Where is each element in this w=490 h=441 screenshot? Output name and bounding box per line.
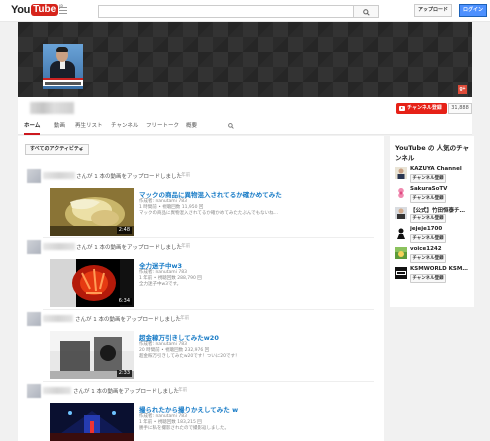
feed-item: さんが 1 本の動画をアップロードしました 1 年前 撮られたから撮りかえしてみ… xyxy=(18,381,384,441)
tab-channels[interactable]: チャンネル xyxy=(111,122,138,135)
uploader-name-redacted xyxy=(43,243,75,250)
channel-avatar[interactable] xyxy=(395,207,407,219)
subscribe-button[interactable]: チャンネル登録 xyxy=(410,274,446,283)
feed-item: さんが 1 本の動画をアップロードしました 1 年前 2:33 超金稼万引きして… xyxy=(18,309,384,384)
subscribe-button[interactable]: チャンネル登録 xyxy=(410,214,446,223)
channel-avatar[interactable] xyxy=(395,187,407,199)
video-description: 超金稼万引きしてみたw20です！ついに20です！ xyxy=(139,354,240,359)
subscriber-count: 31,888 xyxy=(448,103,472,114)
popular-channels-sidebar: YouTube の 人気のチャンネル KAZUYA Channel チャンネル登… xyxy=(390,136,474,307)
chevron-down-icon xyxy=(79,149,83,151)
channel-avatar[interactable] xyxy=(395,267,407,279)
video-duration: 6:34 xyxy=(116,298,132,305)
sidebar-channel: 【公式】竹田恒泰チ… チャンネル登録 xyxy=(395,206,471,226)
google-plus-icon[interactable]: g+ xyxy=(458,85,467,94)
sidebar-channel: SakuraSoTV チャンネル登録 xyxy=(395,186,471,206)
activity-text: さんが 1 本の動画をアップロードしました xyxy=(76,245,182,251)
youtube-logo[interactable]: You Tube JP xyxy=(11,4,63,16)
channel-name[interactable]: 【公式】竹田恒泰チ… xyxy=(410,206,474,214)
channel-header: チャンネル登録 31,888 ホーム 動画 再生リスト チャンネル フリートーク… xyxy=(18,97,472,135)
tab-discussion[interactable]: フリートーク xyxy=(146,122,179,135)
video-thumbnail[interactable]: 2:48 xyxy=(50,188,134,236)
avatar[interactable] xyxy=(27,240,41,254)
sidebar-channel: jejeje1700 チャンネル登録 xyxy=(395,226,471,246)
youtube-play-icon xyxy=(399,106,405,111)
activity-time: 1 年前 xyxy=(177,173,191,178)
sidebar-title: YouTube の 人気のチャンネル xyxy=(395,144,470,162)
sidebar-channel: KAZUYA Channel チャンネル登録 xyxy=(395,166,471,186)
logo-you: You xyxy=(11,4,31,16)
tab-about[interactable]: 概要 xyxy=(186,122,197,135)
masthead: You Tube JP アップロード ログイン xyxy=(0,0,490,22)
subscribe-button[interactable]: チャンネル登録 xyxy=(410,234,446,243)
guide-menu-icon[interactable] xyxy=(59,7,67,14)
activity-time: 1 年前 xyxy=(176,316,190,321)
video-duration: 2:33 xyxy=(116,370,132,377)
subscribe-button[interactable]: チャンネル登録 xyxy=(396,103,447,114)
feed-item: さんが 1 本の動画をアップロードしました 1 年前 6:34 全力迷子中w3 … xyxy=(18,237,384,312)
login-button[interactable]: ログイン xyxy=(459,4,487,17)
channel-name[interactable]: voice1242 xyxy=(410,246,474,252)
activity-text: さんが 1 本の動画をアップロードしました xyxy=(75,317,181,323)
tab-playlists[interactable]: 再生リスト xyxy=(75,122,103,135)
uploader-name-redacted xyxy=(43,387,71,394)
activity-time: 1 年前 xyxy=(177,244,191,249)
channel-name-redacted xyxy=(30,102,74,114)
channel-name[interactable]: KSMWORLD KSM… xyxy=(410,266,474,272)
video-description: マックの商品に異物混入されてるか確かめてみたたぶんでもないね… xyxy=(139,211,279,216)
activity-feed: すべてのアクティビティ さんが 1 本の動画をアップロードしました 1 年前 2… xyxy=(18,136,384,441)
channel-banner xyxy=(18,22,472,97)
channel-name[interactable]: KAZUYA Channel xyxy=(410,166,474,172)
video-description: 全力迷子中w3です。 xyxy=(139,282,182,287)
uploader-name-redacted xyxy=(43,172,75,179)
activity-filter-dropdown[interactable]: すべてのアクティビティ xyxy=(25,144,89,155)
activity-filter-label: すべてのアクティビティ xyxy=(30,146,84,152)
search-icon xyxy=(363,9,370,16)
avatar[interactable] xyxy=(27,169,41,183)
activity-time: 1 年前 xyxy=(174,388,188,393)
thumbnail-image xyxy=(50,403,134,441)
tab-videos[interactable]: 動画 xyxy=(54,122,65,135)
channel-search-icon[interactable] xyxy=(228,123,234,129)
activity-text: さんが 1 本の動画をアップロードしました xyxy=(73,389,179,395)
channel-name[interactable]: jejeje1700 xyxy=(410,226,474,232)
video-thumbnail[interactable]: 2:33 xyxy=(50,331,134,379)
uploader-name-redacted xyxy=(43,315,73,322)
video-title[interactable]: 撮られたから撮りかえしてみた w xyxy=(139,404,238,414)
subscribe-button[interactable]: チャンネル登録 xyxy=(410,194,446,203)
video-title[interactable]: 超金稼万引きしてみたw20 xyxy=(139,332,219,342)
video-thumbnail[interactable] xyxy=(50,403,134,441)
subscribe-button[interactable]: チャンネル登録 xyxy=(410,254,446,263)
upload-button[interactable]: アップロード xyxy=(414,4,452,17)
channel-avatar[interactable] xyxy=(395,247,407,259)
sidebar-channel: voice1242 チャンネル登録 xyxy=(395,246,471,266)
channel-name[interactable]: SakuraSoTV xyxy=(410,186,474,192)
channel-icon-image xyxy=(43,44,83,89)
video-duration: 2:48 xyxy=(116,227,132,234)
feed-item: さんが 1 本の動画をアップロードしました 1 年前 2:48 マックの商品に異… xyxy=(18,169,384,239)
search-button[interactable] xyxy=(353,5,379,18)
video-thumbnail[interactable]: 6:34 xyxy=(50,259,134,307)
video-title[interactable]: 全力迷子中w3 xyxy=(139,260,182,270)
sidebar-channel: KSMWORLD KSM… チャンネル登録 xyxy=(395,266,471,286)
subscribe-label: チャンネル登録 xyxy=(407,105,442,111)
avatar[interactable] xyxy=(27,384,41,398)
video-description: 勝手に私を撮影されたので撮影返しました。 xyxy=(139,426,229,431)
subscribe-button[interactable]: チャンネル登録 xyxy=(410,174,446,183)
search-input[interactable] xyxy=(98,5,354,18)
channel-avatar[interactable] xyxy=(395,227,407,239)
activity-text: さんが 1 本の動画をアップロードしました xyxy=(76,174,182,180)
tab-home[interactable]: ホーム xyxy=(24,122,41,135)
channel-avatar[interactable] xyxy=(395,167,407,179)
logo-tube: Tube xyxy=(31,4,59,16)
video-title[interactable]: マックの商品に異物混入されてるか確かめてみた xyxy=(139,189,282,199)
avatar[interactable] xyxy=(27,312,41,326)
